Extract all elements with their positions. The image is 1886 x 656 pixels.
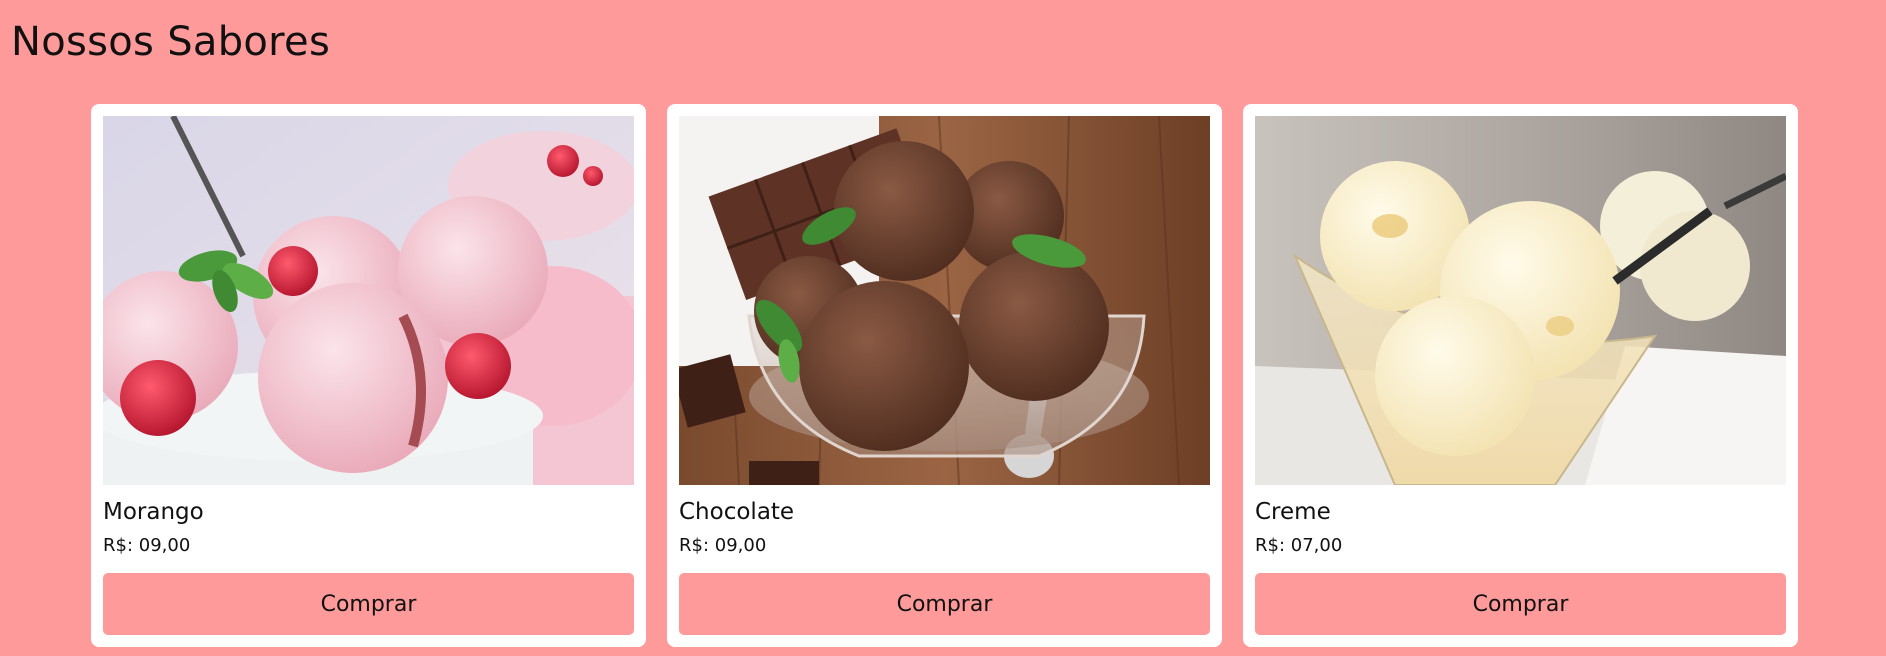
buy-button-creme[interactable]: Comprar xyxy=(1255,573,1786,635)
product-name: Chocolate xyxy=(679,499,795,525)
product-price: R$: 09,00 xyxy=(679,535,767,556)
product-price: R$: 09,00 xyxy=(103,535,191,556)
product-price: R$: 07,00 xyxy=(1255,535,1343,556)
product-list: Morango R$: 09,00 Comprar Chocolate R$: … xyxy=(91,104,1798,647)
product-card-morango: Morango R$: 09,00 Comprar xyxy=(91,104,646,647)
product-image-chocolate xyxy=(679,116,1210,485)
page-title: Nossos Sabores xyxy=(11,19,331,65)
buy-button-morango[interactable]: Comprar xyxy=(103,573,634,635)
product-name: Morango xyxy=(103,499,204,525)
product-name: Creme xyxy=(1255,499,1331,525)
product-card-creme: Creme R$: 07,00 Comprar xyxy=(1243,104,1798,647)
product-image-morango xyxy=(103,116,634,485)
buy-button-chocolate[interactable]: Comprar xyxy=(679,573,1210,635)
product-image-creme xyxy=(1255,116,1786,485)
product-card-chocolate: Chocolate R$: 09,00 Comprar xyxy=(667,104,1222,647)
